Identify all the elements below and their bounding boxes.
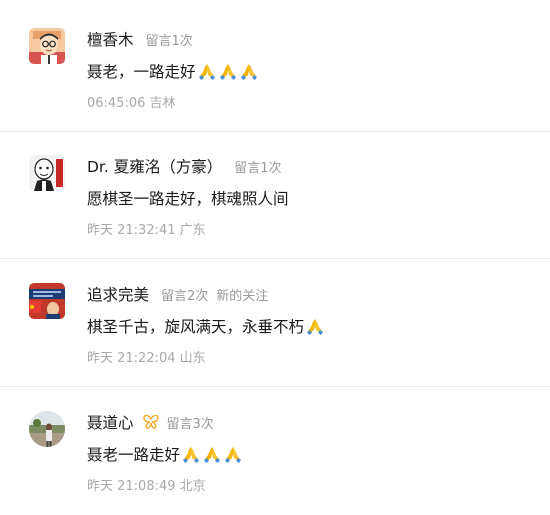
- comment-header: 檀香木 留言1次: [87, 28, 193, 50]
- comment-text: 聂老，一路走好: [87, 60, 259, 82]
- comment-time: 昨天 21:32:41: [87, 223, 176, 238]
- comment-item: 檀香木 留言1次 聂老，一路走好 06:45:06 吉林: [0, 0, 550, 128]
- praying-hands-icon: [197, 61, 217, 81]
- author-name[interactable]: 聂道心: [87, 411, 134, 433]
- new-follower-badge: 新的关注: [216, 288, 269, 304]
- flag-banner-avatar-icon: [29, 283, 65, 319]
- comment-count-badge: 留言3次: [166, 416, 214, 432]
- comment-header: 追求完美 留言2次 新的关注: [87, 283, 268, 305]
- comment-count-badge: 留言2次: [161, 288, 209, 304]
- praying-hands-icon: [223, 444, 243, 464]
- comment-meta: 06:45:06 吉林: [87, 92, 176, 111]
- comment-meta: 昨天 21:22:04 山东: [87, 347, 206, 366]
- comment-body: 愿棋圣一路走好，棋魂照人间: [87, 190, 289, 208]
- author-name[interactable]: 檀香木: [87, 28, 134, 50]
- praying-hands-icon: [305, 316, 325, 336]
- comment-time: 昨天 21:08:49: [87, 479, 176, 494]
- comment-location: 广东: [179, 223, 206, 238]
- comment-meta: 昨天 21:32:41 广东: [87, 219, 206, 238]
- comment-count-badge: 留言1次: [145, 33, 193, 49]
- comment-header: 聂道心 留言3次: [87, 411, 214, 433]
- comment-item: 聂道心 留言3次 聂老一路走好 昨天 21:08:49 北京: [0, 383, 550, 511]
- avatar[interactable]: [29, 411, 65, 447]
- outdoor-photo-avatar-icon: [29, 411, 65, 447]
- butterfly-icon: [142, 415, 159, 429]
- comment-text: 聂老一路走好: [87, 443, 243, 465]
- praying-hands-icon: [202, 444, 222, 464]
- comment-location: 山东: [179, 351, 206, 366]
- comment-body: 聂老一路走好: [87, 446, 181, 464]
- comment-list: 檀香木 留言1次 聂老，一路走好 06:45:06 吉林 Dr. 夏雍洺（方豪）…: [0, 0, 550, 494]
- comment-location: 吉林: [149, 96, 176, 111]
- praying-hands-icon: [239, 61, 259, 81]
- comment-header: Dr. 夏雍洺（方豪） 留言1次: [87, 155, 282, 177]
- author-name[interactable]: Dr. 夏雍洺（方豪）: [87, 155, 222, 177]
- comment-body: 聂老，一路走好: [87, 63, 196, 81]
- comment-location: 北京: [179, 479, 206, 494]
- author-name[interactable]: 追求完美: [87, 283, 149, 305]
- comment-text: 棋圣千古，旋风满天，永垂不朽: [87, 315, 325, 337]
- comment-body: 棋圣千古，旋风满天，永垂不朽: [87, 318, 305, 336]
- comment-count-badge: 留言1次: [234, 160, 282, 176]
- avatar[interactable]: [29, 155, 65, 191]
- comment-meta: 昨天 21:08:49 北京: [87, 475, 206, 494]
- comment-text: 愿棋圣一路走好，棋魂照人间: [87, 187, 289, 209]
- comment-time: 昨天 21:22:04: [87, 351, 176, 366]
- portrait-sketch-avatar-icon: [29, 155, 65, 191]
- cartoon-man-avatar-icon: [29, 28, 65, 64]
- comment-item: Dr. 夏雍洺（方豪） 留言1次 愿棋圣一路走好，棋魂照人间 昨天 21:32:…: [0, 127, 550, 255]
- comment-item: 追求完美 留言2次 新的关注 棋圣千古，旋风满天，永垂不朽 昨天 21:22:0…: [0, 255, 550, 383]
- comment-time: 06:45:06: [87, 96, 146, 111]
- praying-hands-icon: [218, 61, 238, 81]
- praying-hands-icon: [181, 444, 201, 464]
- avatar[interactable]: [29, 283, 65, 319]
- avatar[interactable]: [29, 28, 65, 64]
